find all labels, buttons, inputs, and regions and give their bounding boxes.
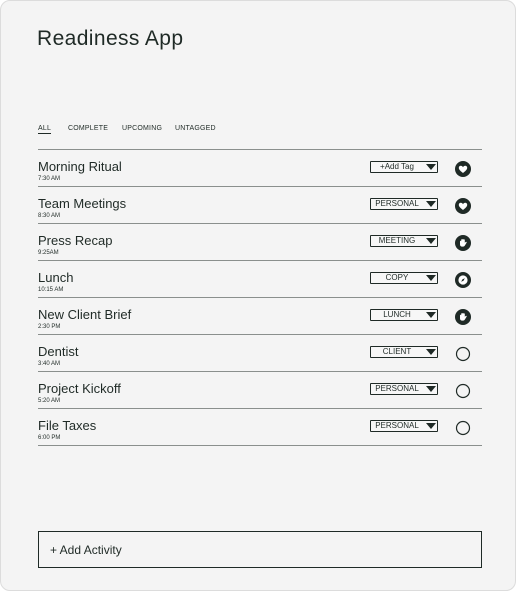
- filter-tab-all[interactable]: ALL: [38, 125, 52, 134]
- activity-row: Lunch 10:15 AM COPY: [38, 261, 482, 298]
- tag-select[interactable]: CLIENT: [370, 346, 438, 358]
- hand-icon: [455, 309, 471, 325]
- tag-select[interactable]: MEETING: [370, 235, 438, 247]
- activity-name: New Client Brief: [38, 307, 132, 322]
- empty-circle-icon: [455, 383, 471, 399]
- caret-down-icon: [426, 201, 436, 207]
- activity-row: New Client Brief 2:30 PM LUNCH: [38, 298, 482, 335]
- activity-name: Lunch: [38, 270, 74, 285]
- activity-time: 2:30 PM: [38, 324, 61, 330]
- activity-time: 7:30 AM: [38, 176, 61, 182]
- empty-circle-icon: [455, 346, 471, 362]
- activity-name: Press Recap: [38, 233, 113, 248]
- activity-time: 10:15 AM: [38, 287, 64, 293]
- tag-select-value: PERSONAL: [375, 384, 419, 393]
- activity-name: Morning Ritual: [38, 159, 122, 174]
- activity-time: 8:30 AM: [38, 213, 61, 219]
- tag-select-value: MEETING: [378, 236, 416, 245]
- activity-list: Morning Ritual 7:30 AM +Add Tag Team Mee…: [38, 149, 482, 446]
- caret-down-icon: [426, 275, 436, 281]
- tag-select[interactable]: PERSONAL: [370, 420, 438, 432]
- status-toggle[interactable]: [455, 198, 471, 214]
- caret-down-icon: [426, 349, 436, 355]
- status-toggle[interactable]: [455, 161, 471, 177]
- tag-select[interactable]: PERSONAL: [370, 198, 438, 210]
- status-toggle[interactable]: [455, 235, 471, 251]
- tag-select-value: CLIENT: [382, 347, 412, 356]
- tag-select[interactable]: LUNCH: [370, 309, 438, 321]
- activity-time: 5:20 AM: [38, 398, 61, 404]
- status-toggle[interactable]: [455, 309, 471, 325]
- tag-select-value: PERSONAL: [375, 421, 419, 430]
- activity-row: Dentist 3:40 AM CLIENT: [38, 335, 482, 372]
- compass-icon: [455, 272, 471, 288]
- add-activity-button[interactable]: + Add Activity: [38, 531, 482, 568]
- status-toggle[interactable]: [455, 383, 471, 399]
- activity-row: Team Meetings 8:30 AM PERSONAL: [38, 187, 482, 224]
- filter-tab-untagged[interactable]: UNTAGGED: [175, 125, 216, 132]
- tag-select-value: PERSONAL: [375, 199, 419, 208]
- tag-select[interactable]: +Add Tag: [370, 161, 438, 173]
- app-title: Readiness App: [37, 27, 184, 50]
- tag-select[interactable]: COPY: [370, 272, 438, 284]
- activity-name: File Taxes: [38, 418, 97, 433]
- caret-down-icon: [426, 312, 436, 318]
- activity-row: Project Kickoff 5:20 AM PERSONAL: [38, 372, 482, 409]
- tag-select-value: COPY: [385, 273, 409, 282]
- status-toggle[interactable]: [455, 272, 471, 288]
- empty-circle-icon: [455, 420, 471, 436]
- activity-name: Team Meetings: [38, 196, 127, 211]
- activity-time: 9:25AM: [38, 250, 59, 256]
- tag-select-value: +Add Tag: [380, 162, 414, 171]
- activity-row: Press Recap 9:25AM MEETING: [38, 224, 482, 261]
- hand-icon: [455, 235, 471, 251]
- caret-down-icon: [426, 238, 436, 244]
- tag-select-value: LUNCH: [383, 310, 411, 319]
- add-activity-label: + Add Activity: [50, 543, 122, 557]
- filter-tab-upcoming[interactable]: UPCOMING: [122, 125, 162, 132]
- activity-time: 6:00 PM: [38, 435, 61, 441]
- activity-name: Dentist: [38, 344, 79, 359]
- caret-down-icon: [426, 423, 436, 429]
- activity-time: 3:40 AM: [38, 361, 61, 367]
- caret-down-icon: [426, 164, 436, 170]
- caret-down-icon: [426, 386, 436, 392]
- tag-select[interactable]: PERSONAL: [370, 383, 438, 395]
- status-toggle[interactable]: [455, 346, 471, 362]
- status-toggle[interactable]: [455, 420, 471, 436]
- filter-tab-complete[interactable]: COMPLETE: [68, 125, 108, 132]
- app-window: Readiness App ALL COMPLETE UPCOMING UNTA…: [0, 0, 516, 591]
- activity-row: Morning Ritual 7:30 AM +Add Tag: [38, 150, 482, 187]
- heart-icon: [455, 161, 471, 177]
- heart-icon: [455, 198, 471, 214]
- activity-row: File Taxes 6:00 PM PERSONAL: [38, 409, 482, 446]
- activity-name: Project Kickoff: [38, 381, 121, 396]
